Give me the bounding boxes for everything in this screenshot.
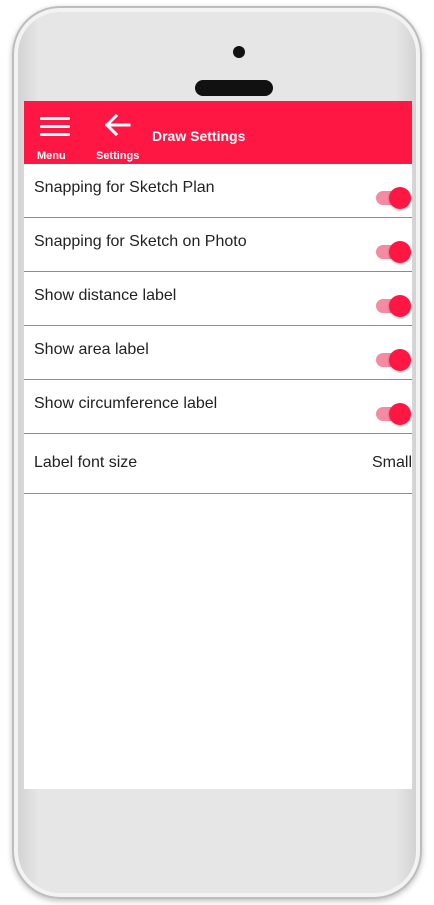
setting-label: Label font size	[34, 454, 138, 471]
setting-row-snapping-sketch-plan[interactable]: Snapping for Sketch Plan	[24, 164, 412, 218]
settings-list: Snapping for Sketch Plan Snapping for Sk…	[24, 164, 412, 494]
back-button[interactable]: Settings	[91, 109, 147, 162]
app-screen: Menu Settings Draw Settings Snapping for…	[24, 101, 412, 789]
setting-label: Snapping for Sketch on Photo	[34, 233, 247, 250]
hamburger-icon	[40, 117, 70, 136]
toggle-knob	[389, 187, 411, 209]
setting-label: Show area label	[34, 341, 149, 358]
app-bar: Menu Settings Draw Settings	[24, 101, 412, 164]
toggle-knob	[389, 295, 411, 317]
earpiece-speaker	[195, 80, 273, 96]
toggle-knob	[389, 349, 411, 371]
setting-label: Snapping for Sketch Plan	[34, 179, 215, 196]
label-font-size-value[interactable]: Small	[372, 454, 412, 472]
setting-row-label-font-size[interactable]: Label font size Small	[24, 434, 412, 494]
toggle-knob	[389, 241, 411, 263]
setting-row-circumference-label[interactable]: Show circumference label	[24, 380, 412, 434]
menu-label: Menu	[37, 150, 66, 162]
show-distance-label-toggle[interactable]	[376, 295, 411, 317]
arrow-left-icon	[104, 113, 131, 137]
show-area-label-toggle[interactable]	[376, 349, 411, 371]
setting-row-snapping-sketch-photo[interactable]: Snapping for Sketch on Photo	[24, 218, 412, 272]
setting-row-area-label[interactable]: Show area label	[24, 326, 412, 380]
menu-button[interactable]: Menu	[34, 109, 78, 162]
back-label: Settings	[96, 150, 140, 162]
show-circumference-label-toggle[interactable]	[376, 403, 411, 425]
toggle-knob	[389, 403, 411, 425]
snapping-sketch-plan-toggle[interactable]	[376, 187, 411, 209]
front-camera	[233, 46, 245, 58]
snapping-sketch-photo-toggle[interactable]	[376, 241, 411, 263]
setting-label: Show distance label	[34, 287, 177, 304]
setting-label: Show circumference label	[34, 395, 218, 412]
setting-row-distance-label[interactable]: Show distance label	[24, 272, 412, 326]
page-title: Draw Settings	[152, 128, 246, 144]
